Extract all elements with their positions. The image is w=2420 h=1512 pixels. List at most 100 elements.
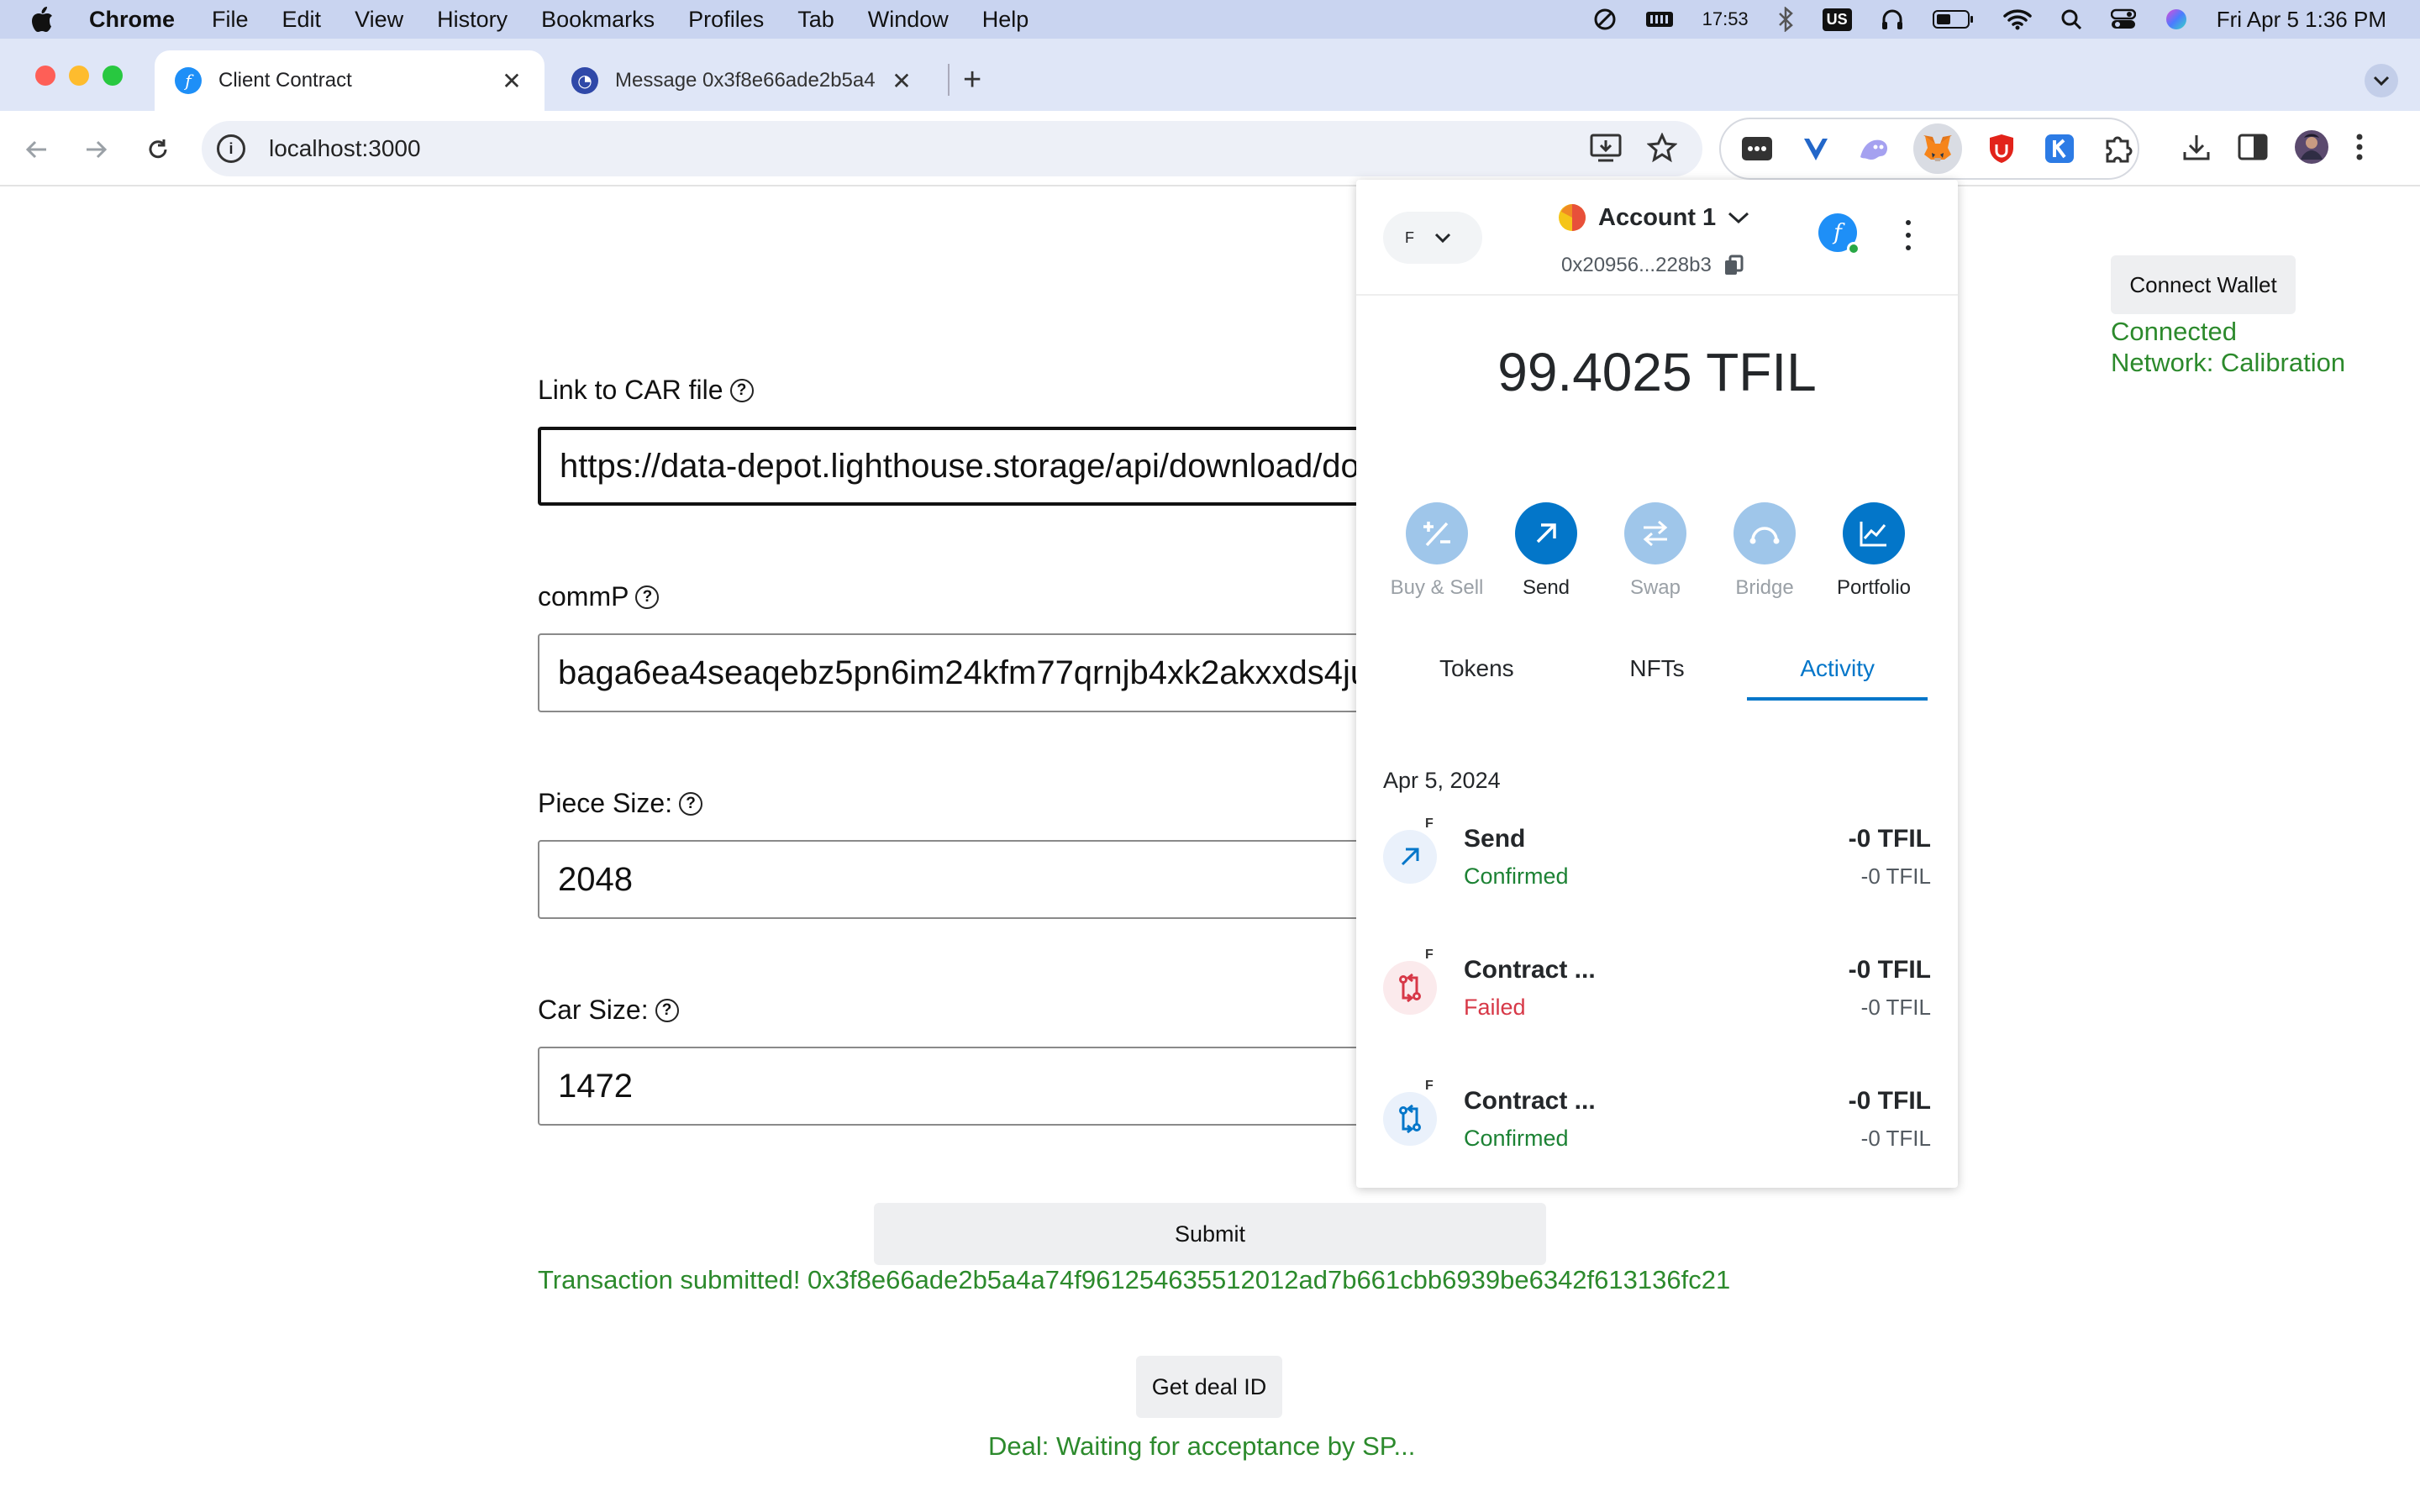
battery-icon[interactable]: [1932, 9, 1975, 29]
new-tab-button[interactable]: +: [963, 62, 981, 98]
menu-bookmarks[interactable]: Bookmarks: [541, 7, 655, 33]
buy-sell-label: Buy & Sell: [1390, 576, 1484, 599]
help-icon[interactable]: ?: [679, 791, 703, 816]
activity-row-send[interactable]: F Send Confirmed -0 TFIL -0 TFIL: [1383, 816, 1931, 917]
extension-k-icon[interactable]: [2040, 129, 2079, 169]
menu-profiles[interactable]: Profiles: [688, 7, 764, 33]
network-selector[interactable]: F: [1383, 212, 1482, 264]
help-icon[interactable]: ?: [729, 378, 754, 402]
send-button[interactable]: Send: [1496, 502, 1597, 600]
address-bar[interactable]: i localhost:3000: [202, 121, 1702, 176]
install-app-icon[interactable]: [1590, 133, 1622, 167]
extension-shield-icon[interactable]: [1982, 129, 2021, 169]
copy-icon[interactable]: [1723, 255, 1744, 276]
siri-icon[interactable]: [2165, 8, 2188, 31]
connect-wallet-button[interactable]: Connect Wallet: [2111, 255, 2296, 314]
apple-icon[interactable]: [30, 6, 64, 33]
browser-toolbar: i localhost:3000: [0, 111, 2420, 186]
site-info-icon[interactable]: i: [217, 134, 245, 163]
zoom-window-button[interactable]: [103, 66, 123, 86]
send-arrow-icon: [1383, 830, 1437, 884]
piece-size-label-text: Piece Size:: [538, 788, 673, 818]
activity-status: Confirmed: [1464, 1126, 1569, 1151]
metamask-fox-icon[interactable]: [1913, 123, 1962, 174]
commp-label-text: commP: [538, 581, 629, 612]
focus-icon[interactable]: [1593, 8, 1617, 31]
memory-icon[interactable]: [1645, 9, 1674, 29]
tab-nfts[interactable]: NFTs: [1567, 650, 1748, 701]
extension-dots-icon[interactable]: [1738, 129, 1776, 169]
activity-title: Contract ...: [1464, 1087, 1596, 1115]
status-time-small[interactable]: 17:53: [1702, 8, 1749, 30]
headphones-icon[interactable]: [1881, 8, 1904, 31]
extension-ghost-icon[interactable]: [1855, 129, 1894, 169]
forward-button[interactable]: [79, 133, 113, 166]
wallet-status: Connected Network: Calibration: [2111, 316, 2345, 378]
tab-title: Message 0x3f8e66ade2b5a4: [615, 69, 876, 92]
account-address-row[interactable]: 0x20956...228b3: [1561, 254, 1744, 277]
close-tab-icon[interactable]: ✕: [889, 67, 914, 95]
tab-message[interactable]: ◔ Message 0x3f8e66ade2b5a4 ✕: [551, 50, 934, 111]
network-badge: F: [1405, 228, 1414, 246]
submit-button[interactable]: Submit: [874, 1203, 1546, 1265]
buy-sell-button[interactable]: Buy & Sell: [1386, 502, 1487, 600]
bluetooth-icon[interactable]: [1777, 7, 1794, 32]
puzzle-icon[interactable]: [2099, 129, 2138, 169]
send-label: Send: [1522, 576, 1570, 599]
spotlight-search-icon[interactable]: [2060, 8, 2082, 30]
menu-tab[interactable]: Tab: [797, 7, 834, 33]
reload-button[interactable]: [141, 133, 175, 166]
bridge-button[interactable]: Bridge: [1714, 502, 1815, 600]
url-text[interactable]: localhost:3000: [269, 135, 421, 162]
portfolio-button[interactable]: Portfolio: [1823, 502, 1924, 600]
wifi-icon[interactable]: [2002, 8, 2032, 30]
close-tab-icon[interactable]: ✕: [499, 67, 524, 95]
get-deal-id-button[interactable]: Get deal ID: [1136, 1356, 1282, 1418]
menu-help[interactable]: Help: [982, 7, 1029, 33]
tab-divider: [948, 64, 950, 96]
filecoin-favicon-icon: f: [175, 67, 202, 94]
menu-view[interactable]: View: [355, 7, 403, 33]
minimize-window-button[interactable]: [69, 66, 89, 86]
account-selector[interactable]: Account 1: [1558, 203, 1749, 232]
menu-app-name[interactable]: Chrome: [89, 7, 175, 33]
bookmark-star-icon[interactable]: [1646, 132, 1678, 167]
help-icon[interactable]: ?: [635, 585, 660, 609]
activity-row-contract-confirmed[interactable]: F Contract ... Confirmed -0 TFIL -0 TFIL: [1383, 1079, 1931, 1179]
extension-y-icon[interactable]: [1797, 129, 1835, 169]
tab-tokens[interactable]: Tokens: [1386, 650, 1567, 701]
side-panel-icon[interactable]: [2237, 133, 2269, 165]
menubar-datetime[interactable]: Fri Apr 5 1:36 PM: [2217, 7, 2386, 33]
kebab-menu-icon[interactable]: [2354, 132, 2365, 166]
car-link-label-text: Link to CAR file: [538, 375, 723, 405]
plus-minus-icon: [1423, 522, 1450, 547]
avatar[interactable]: [2294, 129, 2329, 169]
keyboard-layout-badge[interactable]: US: [1822, 8, 1852, 31]
swap-button[interactable]: Swap: [1605, 502, 1706, 600]
forward-arrow-icon: [87, 140, 108, 159]
menu-history[interactable]: History: [437, 7, 508, 33]
browser-tab-strip: f Client Contract ✕ ◔ Message 0x3f8e66ad…: [0, 39, 2420, 111]
close-window-button[interactable]: [35, 66, 55, 86]
activity-status: Failed: [1464, 995, 1526, 1020]
tab-client-contract[interactable]: f Client Contract ✕: [155, 50, 544, 111]
download-icon[interactable]: [2181, 132, 2212, 166]
control-center-icon[interactable]: [2110, 8, 2136, 30]
menu-edit[interactable]: Edit: [282, 7, 322, 33]
menu-file[interactable]: File: [212, 7, 249, 33]
menu-window[interactable]: Window: [868, 7, 949, 33]
activity-amount: -0 TFIL: [1848, 956, 1931, 984]
deal-status: Deal: Waiting for acceptance by SP...: [988, 1431, 1416, 1461]
metamask-popup: F Account 1 0x20956...228b3 f 99.4025 TF…: [1356, 180, 1958, 1188]
help-icon[interactable]: ?: [655, 998, 679, 1022]
account-options-button[interactable]: [1897, 217, 1919, 254]
tab-search-button[interactable]: [2365, 64, 2398, 97]
activity-amount: -0 TFIL: [1848, 1087, 1931, 1115]
activity-row-contract-failed[interactable]: F Contract ... Failed -0 TFIL -0 TFIL: [1383, 948, 1931, 1048]
chevron-down-icon: [1434, 233, 1451, 244]
activity-date: Apr 5, 2024: [1383, 768, 1501, 793]
tab-activity[interactable]: Activity: [1747, 650, 1928, 701]
activity-amount-sub: -0 TFIL: [1860, 1126, 1931, 1151]
connected-dot: [1847, 242, 1860, 255]
back-button[interactable]: [20, 133, 54, 166]
